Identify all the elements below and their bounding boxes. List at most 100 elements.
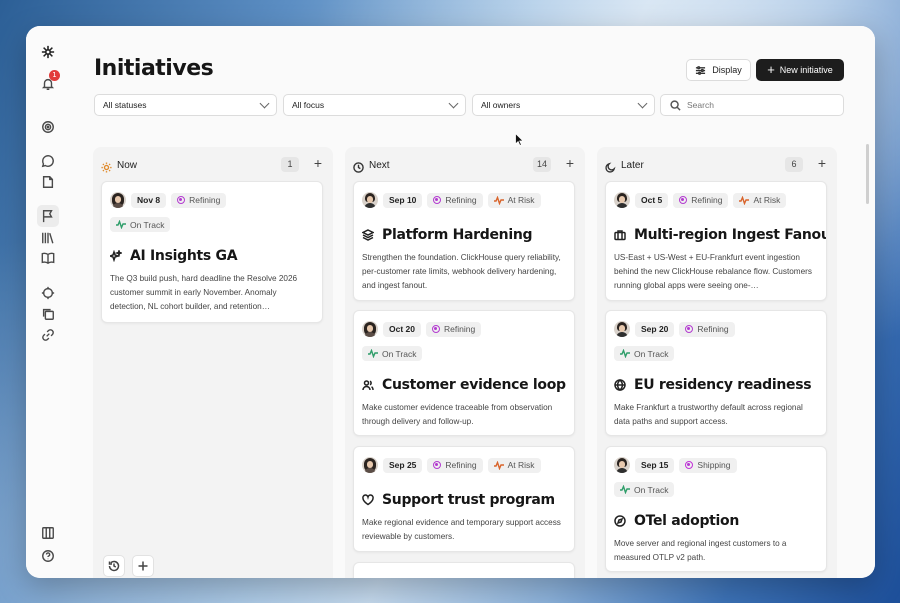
sidebar-item-links[interactable] [37,324,59,346]
notifications-button[interactable]: 1 [37,70,60,95]
card-title-row: Platform Hardening [362,227,533,243]
card-title: Customer evidence loop [382,377,566,393]
add-card-button[interactable]: + [566,155,574,171]
document-icon [42,176,54,188]
focus-filter-select[interactable]: All focus [283,94,466,116]
initiative-card[interactable]: Sep 15 Shipping On Track OTel adoption M… [605,446,827,572]
column-count: 14 [532,157,551,172]
pulse-icon [739,195,750,205]
sidebar-item-tracking[interactable] [37,282,59,304]
target-date-chip: Oct 5 [635,192,669,208]
card-title: Multi-region Ingest Fanout [634,227,827,243]
initiative-card[interactable]: Sep 20 Refining On Track EU residency re… [605,310,827,436]
target-date-chip: Nov 8 [131,192,167,208]
card-description: Make Frankfurt a trustworthy default acr… [614,403,803,426]
layers-icon [362,229,374,241]
target-date-chip: Sep 25 [383,457,423,473]
target-date-chip: Sep 20 [635,321,675,337]
briefcase-icon [614,230,626,241]
sidebar-item-messages[interactable] [37,150,59,172]
initiative-card[interactable]: Oct 20 Refining On Track Customer eviden… [353,310,575,436]
new-initiative-label: New initiative [779,65,833,75]
card-title: Support trust program [382,492,555,508]
chevron-down-icon [448,98,459,109]
book-icon [41,252,55,265]
main-content: Initiatives Display + New initiative All… [70,26,875,578]
notification-badge: 1 [49,70,60,81]
sidebar-item-help[interactable] [37,545,59,567]
card-meta: Sep 10 Refining At Risk [362,192,541,208]
card-title-row: Support trust program [362,492,555,508]
card-meta-secondary: On Track [110,216,171,234]
sidebar-item-library[interactable] [37,227,59,249]
pulse-icon [116,220,126,229]
plus-icon: + [767,62,775,77]
initiative-card[interactable]: Sep 25 Refining At Risk Support trust pr… [353,446,575,552]
sidebar-item-initiatives[interactable] [37,205,59,227]
column-count: 1 [281,157,299,172]
pulse-icon [620,349,630,358]
avatar [362,192,378,208]
help-icon [42,550,54,562]
refining-icon [177,196,186,204]
search-icon [670,100,681,111]
new-initiative-button[interactable]: + New initiative [756,59,844,81]
stage-chip: Refining [427,192,483,208]
add-card-button[interactable]: + [314,155,322,171]
scrollbar[interactable] [866,144,869,204]
refining-icon [433,461,442,469]
app-logo[interactable] [37,41,59,63]
card-meta: Sep 25 Refining At Risk [362,457,541,473]
logo-icon [41,45,55,59]
add-card-button[interactable]: + [818,155,826,171]
card-meta: Sep 15 Shipping [614,457,737,473]
sidebar-item-copies[interactable] [37,303,59,325]
health-chip: At Risk [733,192,787,208]
copy-icon [42,308,54,320]
avatar [614,321,630,337]
initiative-card[interactable]: Sep 10 Refining At Risk Platform Hardeni… [353,181,575,301]
health-chip: On Track [110,217,171,232]
add-button[interactable] [132,555,154,577]
card-title: EU residency readiness [634,377,812,393]
search-placeholder: Search [687,100,714,110]
card-title: OTel adoption [634,513,740,529]
avatar [362,457,378,473]
target-icon [42,121,54,133]
page-title: Initiatives [94,56,214,81]
avatar [614,192,630,208]
initiative-card[interactable]: Oct 5 Refining At Risk Multi-region Inge… [605,181,827,301]
history-button[interactable] [103,555,125,577]
chevron-down-icon [259,98,270,109]
sidebar: 1 [26,26,70,578]
sidebar-item-docs[interactable] [37,171,59,193]
card-meta: Oct 20 Refining [362,321,482,337]
sidebar-item-goals[interactable] [37,116,59,138]
initiative-card[interactable]: Nov 8 Refining On Track AI Insights GA T… [101,181,323,323]
card-meta-secondary: On Track [362,345,423,363]
card-description: Strengthen the foundation. ClickHouse qu… [362,253,561,290]
initiative-card[interactable] [353,562,575,578]
status-filter-value: All statuses [103,100,147,110]
column-header: Later 6 + [605,155,829,173]
sidebar-item-book[interactable] [37,247,59,269]
pulse-icon [620,485,630,494]
search-input[interactable]: Search [660,94,844,116]
sidebar-item-board-view[interactable] [37,522,59,544]
columns-icon [42,527,54,539]
avatar [362,321,378,337]
stage-chip: Refining [673,192,729,208]
chevron-down-icon [637,98,648,109]
globe-icon [614,379,626,391]
stage-chip: Shipping [679,457,737,473]
compass-icon [614,515,626,527]
owners-filter-select[interactable]: All owners [472,94,655,116]
health-chip: On Track [362,346,423,361]
status-filter-select[interactable]: All statuses [94,94,277,116]
moon-icon [605,160,616,173]
avatar [110,192,126,208]
sparkles-icon [110,250,122,262]
display-button[interactable]: Display [686,59,751,81]
stage-chip: Refining [426,321,482,337]
clock-icon [353,160,364,173]
